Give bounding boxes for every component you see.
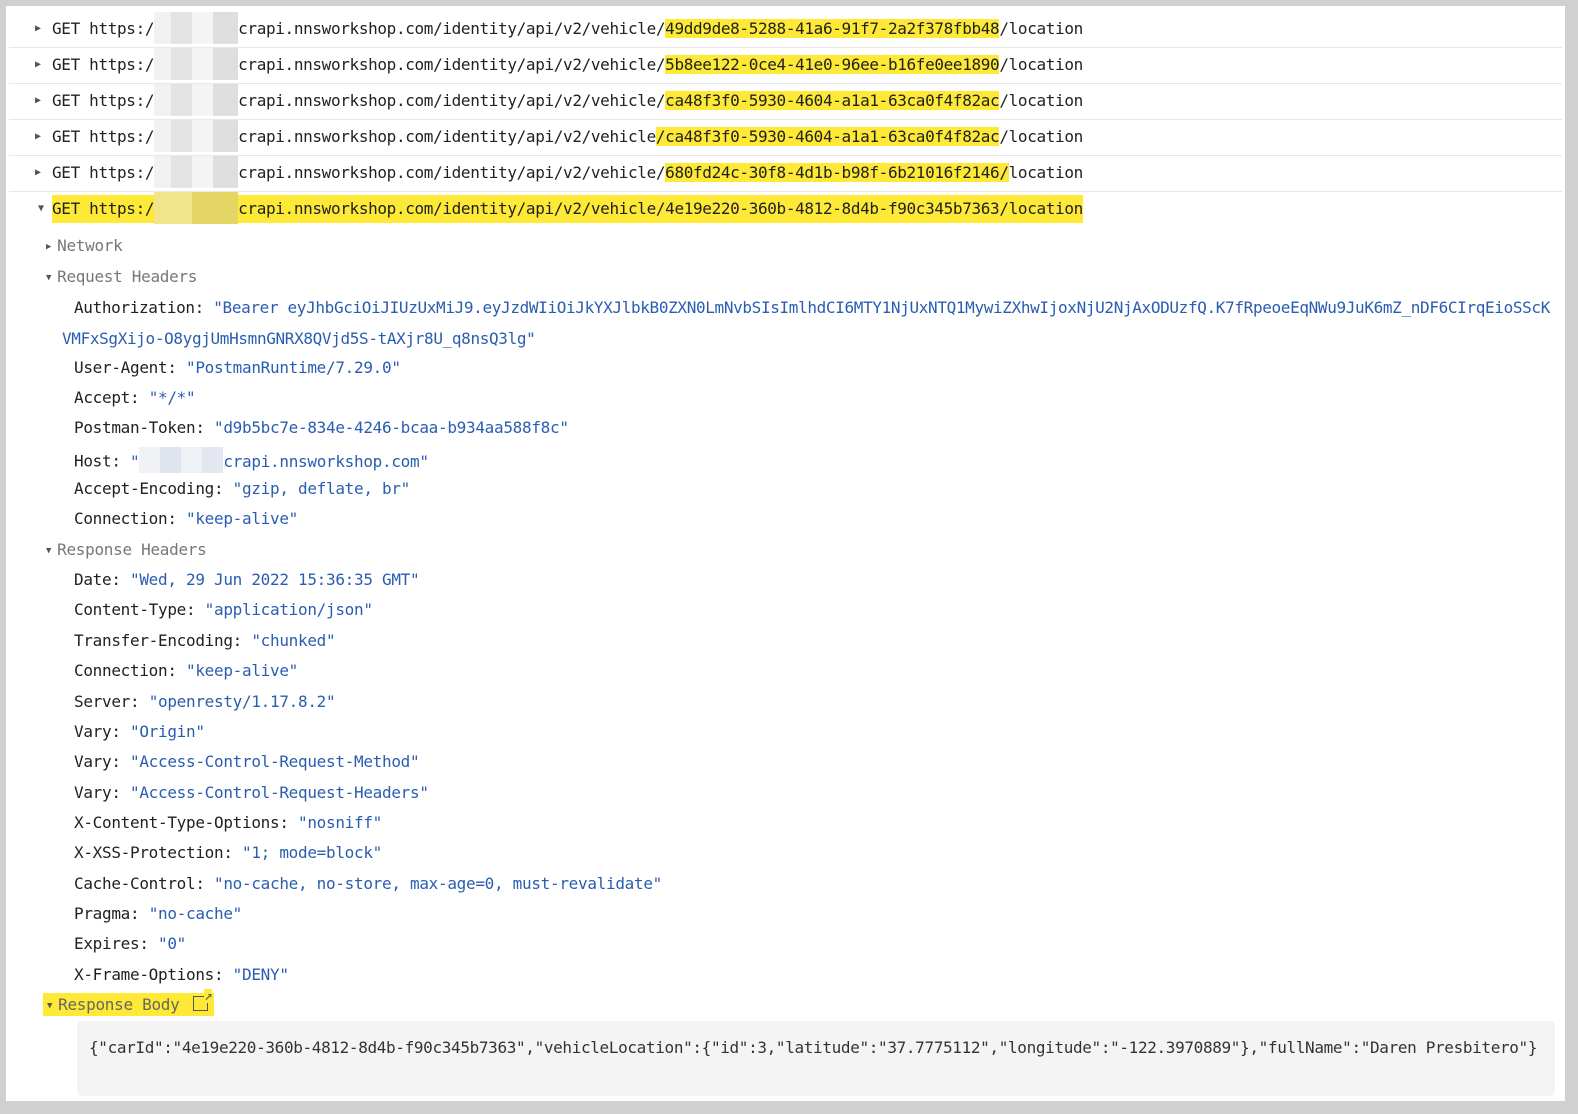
response-header-row: X-XSS-Protection: "1; mode=block" [74, 843, 383, 862]
triangle-right-icon[interactable]: ▶ [35, 119, 41, 155]
section-label: Response Headers [57, 540, 207, 559]
triangle-down-icon: ▼ [47, 1001, 53, 1011]
response-header-row: Vary: "Access-Control-Request-Headers" [74, 783, 429, 802]
triangle-right-icon[interactable]: ▶ [35, 47, 41, 83]
redacted-mask [154, 47, 239, 80]
request-row[interactable]: ▶ GET https:/crapi.nnsworkshop.com/ident… [9, 155, 1562, 192]
response-header-row: Content-Type: "application/json" [74, 600, 373, 619]
postman-console-panel: ▶ GET https:/crapi.nnsworkshop.com/ident… [6, 6, 1565, 1101]
request-line: GET https:/crapi.nnsworkshop.com/identit… [52, 83, 1083, 119]
section-label: Response Body [58, 995, 180, 1014]
request-line: GET https:/crapi.nnsworkshop.com/identit… [52, 155, 1083, 191]
request-row[interactable]: ▶ GET https:/crapi.nnsworkshop.com/ident… [9, 47, 1562, 84]
redacted-mask [154, 191, 239, 224]
vehicle-id-highlight: 5b8ee122-0ce4-41e0-96ee-b16fe0ee1890 [665, 55, 1000, 74]
request-row[interactable]: ▶ GET https:/crapi.nnsworkshop.com/ident… [9, 83, 1562, 120]
triangle-down-icon[interactable]: ▼ [38, 191, 44, 227]
response-header-row: X-Frame-Options: "DENY" [74, 965, 289, 984]
vehicle-id-highlight: ca48f3f0-5930-4604-a1a1-63ca0f4f82ac [665, 91, 1000, 110]
redacted-mask [154, 119, 239, 152]
request-line: GET https:/crapi.nnsworkshop.com/identit… [52, 47, 1083, 83]
triangle-right-icon[interactable]: ▶ [35, 11, 41, 47]
request-row[interactable]: ▶ GET https:/crapi.nnsworkshop.com/ident… [9, 11, 1562, 48]
section-label: Request Headers [57, 267, 198, 286]
request-header-row: Accept: "*/*" [74, 388, 196, 407]
request-header-row: Postman-Token: "d9b5bc7e-834e-4246-bcaa-… [74, 418, 569, 437]
response-body-toggle[interactable]: ▼ Response Body [43, 989, 215, 1016]
redacted-mask [154, 155, 239, 188]
authorization-header: Authorization: "Bearer eyJhbGciOiJIUzUxM… [62, 293, 1552, 354]
triangle-down-icon: ▼ [46, 546, 52, 556]
redacted-mask [139, 447, 224, 473]
request-header-row: Connection: "keep-alive" [74, 509, 299, 528]
request-line: GET https:/crapi.nnsworkshop.com/identit… [52, 11, 1083, 47]
request-line: GET https:/crapi.nnsworkshop.com/identit… [52, 119, 1083, 155]
header-value: "Bearer eyJhbGciOiJIUzUxMiJ9.eyJzdWIiOiJ… [62, 298, 1550, 348]
triangle-down-icon: ▼ [46, 273, 52, 283]
vehicle-id-highlight: 49dd9de8-5288-41a6-91f7-2a2f378fbb48 [665, 19, 1000, 38]
request-header-row: User-Agent: "PostmanRuntime/7.29.0" [74, 358, 401, 377]
request-line: GET https:/crapi.nnsworkshop.com/identit… [52, 191, 1083, 227]
header-key: Authorization: [74, 298, 204, 317]
response-header-row: Vary: "Origin" [74, 722, 205, 741]
response-header-row: Pragma: "no-cache" [74, 904, 243, 923]
request-headers-toggle[interactable]: ▼ Request Headers [46, 267, 197, 286]
response-headers-toggle[interactable]: ▼ Response Headers [46, 540, 207, 559]
request-header-row: Accept-Encoding: "gzip, deflate, br" [74, 479, 410, 498]
section-label: Network [57, 236, 123, 255]
vehicle-id-highlight: /ca48f3f0-5930-4604-a1a1-63ca0f4f82ac [655, 127, 1000, 146]
vehicle-id-highlight: 680fd24c-30f8-4d1b-b98f-6b21016f2146/ [665, 163, 1009, 182]
response-header-row: Connection: "keep-alive" [74, 661, 299, 680]
triangle-right-icon[interactable]: ▶ [35, 155, 41, 191]
external-link-icon[interactable] [193, 989, 213, 1011]
request-row[interactable]: ▶ GET https:/crapi.nnsworkshop.com/ident… [9, 119, 1562, 156]
response-body-box: {"carId":"4e19e220-360b-4812-8d4b-f90c34… [77, 1021, 1555, 1096]
response-header-row: Date: "Wed, 29 Jun 2022 15:36:35 GMT" [74, 570, 420, 589]
host-header-row: Host: " crapi.nnsworkshop.com" [74, 447, 429, 475]
response-header-row: Transfer-Encoding: "chunked" [74, 631, 336, 650]
network-section-toggle[interactable]: ▶ Network [46, 236, 123, 255]
triangle-right-icon[interactable]: ▶ [35, 83, 41, 119]
response-body-text: {"carId":"4e19e220-360b-4812-8d4b-f90c34… [89, 1038, 1538, 1057]
request-row-expanded[interactable]: ▼ GET https:/crapi.nnsworkshop.com/ident… [9, 191, 1562, 227]
triangle-right-icon: ▶ [46, 242, 52, 252]
response-header-row: Vary: "Access-Control-Request-Method" [74, 752, 420, 771]
redacted-mask [154, 83, 239, 116]
response-header-row: Expires: "0" [74, 934, 187, 953]
redacted-mask [154, 11, 239, 44]
response-header-row: Server: "openresty/1.17.8.2" [74, 692, 336, 711]
response-header-row: Cache-Control: "no-cache, no-store, max-… [74, 874, 662, 893]
response-header-row: X-Content-Type-Options: "nosniff" [74, 813, 382, 832]
